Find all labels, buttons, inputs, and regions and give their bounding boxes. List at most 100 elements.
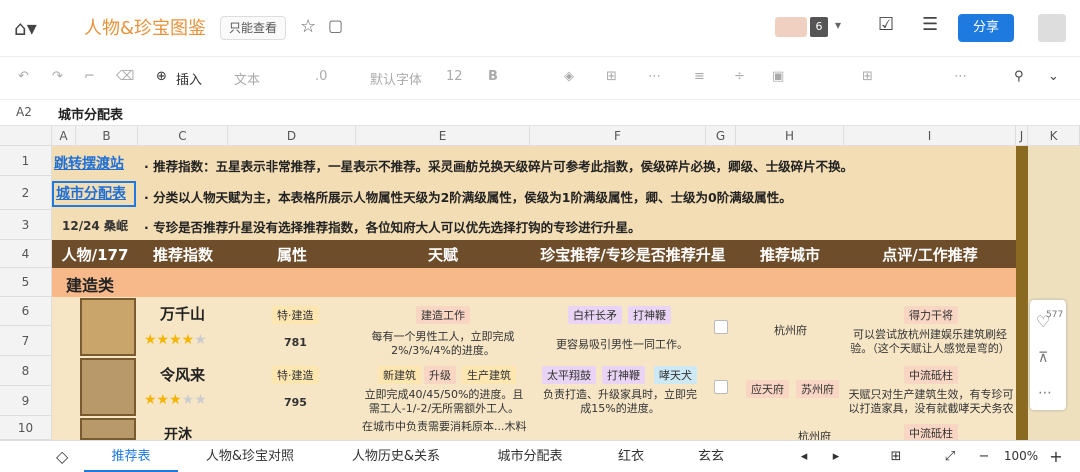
treasure-tag: 哮天犬	[654, 366, 697, 384]
row-header[interactable]: 9	[0, 386, 52, 416]
shirt-icon[interactable]: ⊼	[1038, 350, 1048, 366]
freeze-icon[interactable]: ⊞	[862, 69, 873, 84]
merge-icon[interactable]: ▣	[772, 69, 784, 84]
avatar[interactable]	[1038, 14, 1066, 42]
insert-button[interactable]: 插入	[176, 69, 202, 88]
row-header[interactable]: 4	[0, 240, 52, 268]
info-line-2: · 分类以人物天赋为主，本表格所展示人物属性天级为2阶满级属性，侯级为1阶满级属…	[144, 190, 792, 205]
city-tag: 苏州府	[796, 380, 839, 398]
row-header[interactable]: 1	[0, 146, 52, 176]
info-line-1: · 推荐指数：五星表示非常推荐，一星表示不推荐。采灵画舫兑换天级碎片可参考此指数…	[144, 159, 854, 174]
formula-input[interactable]: 城市分配表	[58, 104, 123, 123]
comment-tag: 中流砥柱	[904, 366, 958, 384]
chevron-down-icon[interactable]: ▾	[835, 18, 841, 32]
collab-count[interactable]: 6	[810, 17, 828, 37]
collaborator-avatars[interactable]	[775, 17, 807, 37]
star-icon[interactable]: ☆	[300, 16, 316, 37]
more-icon[interactable]: ⋯	[1038, 385, 1052, 401]
row-header[interactable]: 10	[0, 416, 52, 440]
tab-people-treasure[interactable]: 人物&珍宝对照	[190, 441, 310, 472]
portrait-wanqianshan	[80, 298, 136, 356]
formula-bar: A2 城市分配表	[0, 100, 1080, 126]
row-header[interactable]: 5	[0, 268, 52, 297]
layers-icon[interactable]: ◇	[56, 447, 68, 466]
tab-recommend[interactable]: 推荐表	[84, 441, 178, 472]
comment-icon[interactable]: ▢	[328, 16, 343, 35]
column-header[interactable]: H	[736, 126, 844, 146]
eraser-icon[interactable]: ⌫	[116, 69, 134, 84]
corner-cell[interactable]	[0, 126, 52, 146]
more-icon[interactable]: ⋯	[648, 69, 661, 84]
valign-icon[interactable]: ÷	[734, 69, 745, 84]
cell-reference[interactable]: A2	[16, 105, 32, 119]
search-icon[interactable]: ⚲	[1014, 69, 1024, 84]
fill-color-icon[interactable]: ◈	[564, 69, 574, 84]
header-person: 人物/177	[52, 244, 138, 265]
header-attr: 属性	[228, 244, 356, 265]
column-header[interactable]: E	[356, 126, 530, 146]
share-button[interactable]: 分享	[958, 14, 1014, 42]
font-select[interactable]: 默认字体	[370, 69, 422, 88]
rating-stars: ★★★★★	[144, 332, 207, 348]
zoom-level[interactable]: 100%	[1000, 441, 1042, 472]
row-header[interactable]: 3	[0, 210, 52, 240]
column-header[interactable]: B	[76, 126, 138, 146]
prev-tab-icon[interactable]: ◂	[794, 441, 814, 472]
align-icon[interactable]: ≡	[694, 69, 705, 84]
border-icon[interactable]: ⊞	[606, 69, 617, 84]
column-header[interactable]: G	[706, 126, 736, 146]
row-header[interactable]: 8	[0, 356, 52, 386]
insert-icon[interactable]: ⊕	[156, 69, 167, 84]
zoom-in-icon[interactable]: +	[1048, 441, 1064, 472]
tab-hongyi[interactable]: 红衣	[606, 441, 656, 472]
treasure-tag: 白杆长矛	[568, 306, 622, 324]
tab-history[interactable]: 人物历史&关系	[336, 441, 456, 472]
more-icon[interactable]: ⋯	[954, 69, 967, 84]
like-count: 577	[1046, 310, 1064, 320]
column-header[interactable]: K	[1028, 126, 1080, 146]
column-header[interactable]: D	[228, 126, 356, 146]
menu-icon[interactable]: ☰	[922, 14, 938, 35]
header-talent: 天赋	[356, 244, 530, 265]
next-tab-icon[interactable]: ▸	[826, 441, 846, 472]
city-text: 杭州府	[774, 324, 807, 337]
home-icon[interactable]: ⌂▾	[14, 16, 37, 40]
link-ferry-station[interactable]: 跳转摆渡站	[54, 153, 124, 173]
column-header[interactable]: C	[138, 126, 228, 146]
fit-icon[interactable]: ⤢	[940, 441, 960, 472]
chevron-down-icon[interactable]: ⌄	[1048, 69, 1059, 84]
tab-city[interactable]: 城市分配表	[480, 441, 580, 472]
doc-title: 人物&珍宝图鉴	[84, 18, 207, 39]
link-city-table[interactable]: 城市分配表	[52, 181, 136, 207]
category-label: 建造类	[66, 276, 115, 295]
grid-view-icon[interactable]: ⊞	[886, 441, 906, 472]
redo-icon[interactable]: ↷	[52, 69, 63, 84]
comment-tag: 得力干将	[904, 306, 958, 324]
talent-text: 每有一个男性工人，立即完成2%/3%/4%的进度。	[371, 330, 515, 357]
font-size-select[interactable]: 12	[446, 69, 463, 84]
column-header[interactable]: F	[530, 126, 706, 146]
column-header[interactable]: A	[52, 126, 76, 146]
readonly-button[interactable]: 只能查看	[220, 16, 287, 40]
bold-button[interactable]: B	[488, 69, 498, 84]
zoom-out-icon[interactable]: −	[976, 441, 992, 472]
row-header[interactable]: 7	[0, 326, 52, 356]
column-header[interactable]: J	[1016, 126, 1028, 146]
talent-tag: 升级	[424, 366, 456, 384]
text-format-select[interactable]: 文本	[234, 69, 260, 88]
column-header[interactable]: I	[844, 126, 1016, 146]
tab-xuanxuan[interactable]: 玄玄	[686, 441, 736, 472]
format-painter-icon[interactable]: ⌐	[84, 69, 95, 84]
talent-tag: 建造工作	[416, 306, 470, 324]
category-row	[52, 268, 1016, 297]
decimal-button[interactable]: .0	[315, 69, 327, 84]
attr-value: 795	[284, 396, 307, 409]
add-task-icon[interactable]: ☑	[878, 14, 894, 35]
row-header[interactable]: 6	[0, 297, 52, 326]
row-header[interactable]: 2	[0, 176, 52, 210]
upgrade-checkbox[interactable]	[714, 380, 728, 394]
upgrade-checkbox[interactable]	[714, 320, 728, 334]
undo-icon[interactable]: ↶	[18, 69, 29, 84]
treasure-tag: 打神鞭	[602, 366, 645, 384]
portrait-kaimu	[80, 418, 136, 440]
